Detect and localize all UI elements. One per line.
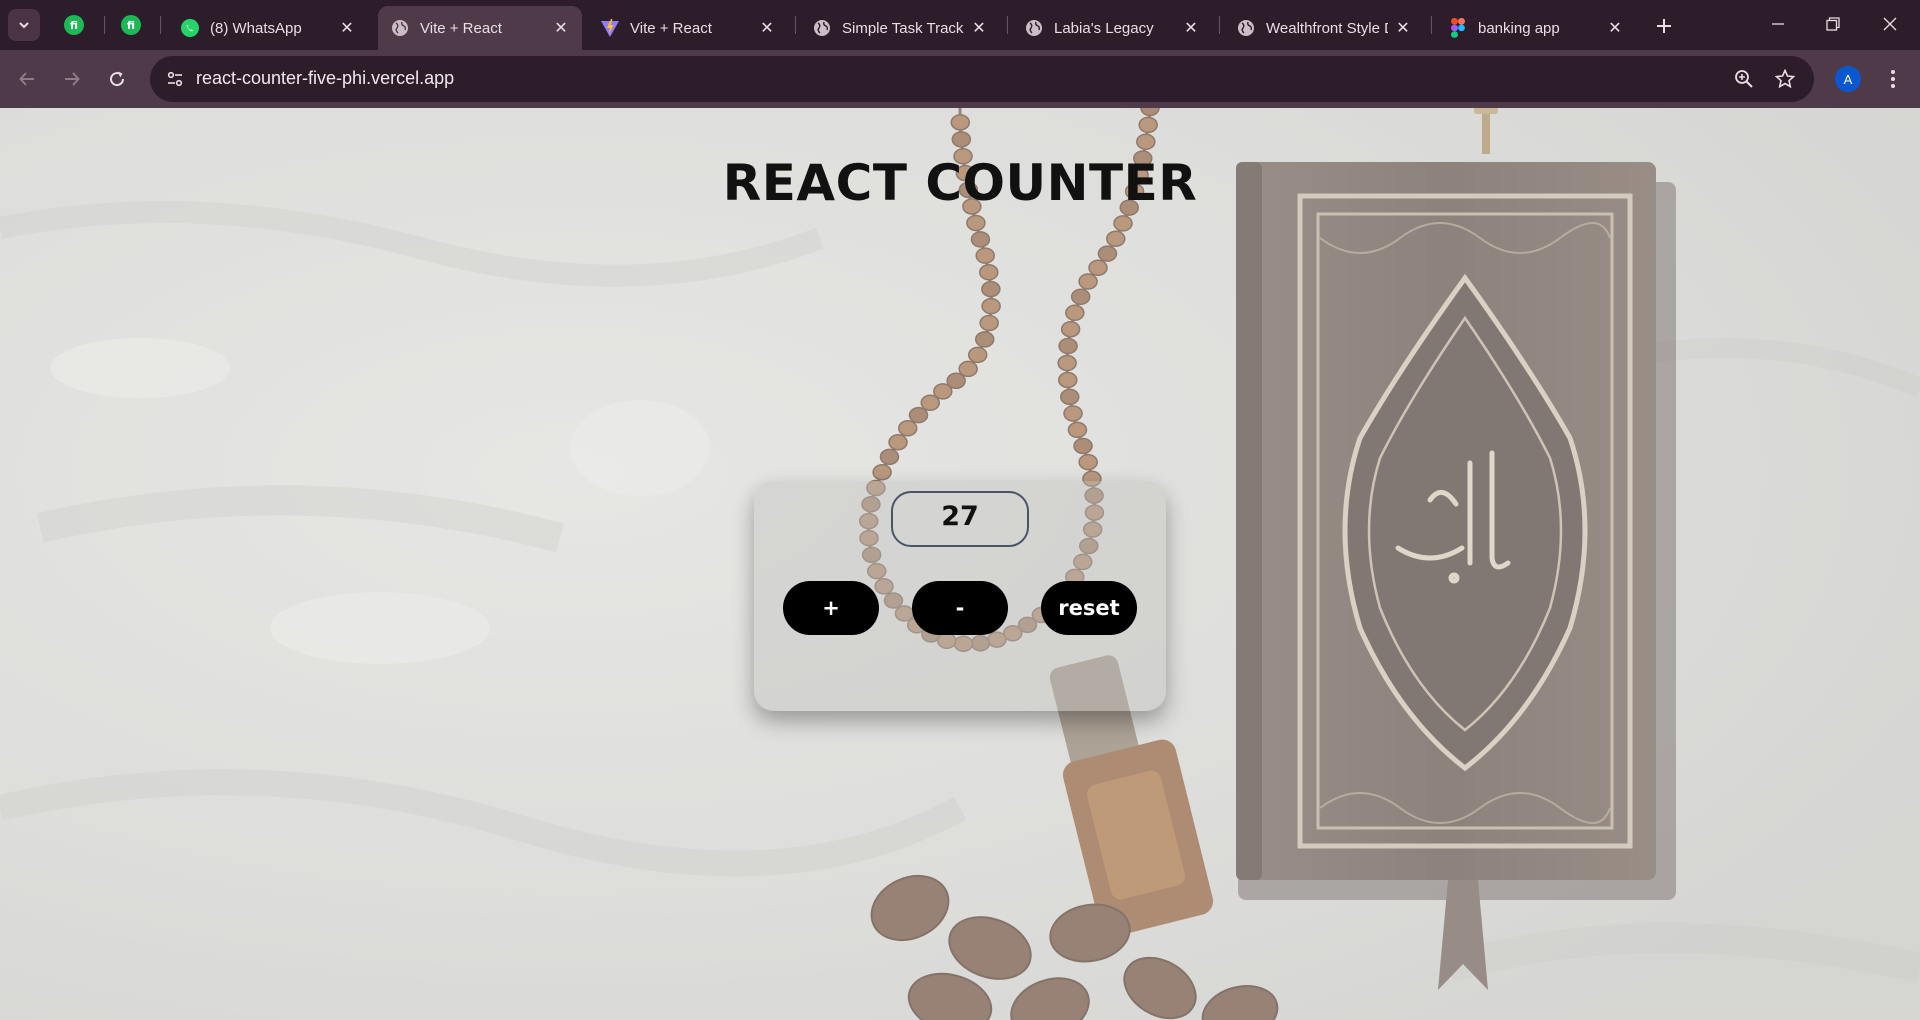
tab-strip: fi fi (8) WhatsApp ✕ Vite + React ✕ Vite…	[0, 0, 1920, 50]
tab-title: (8) WhatsApp	[210, 19, 302, 37]
pinned-tab-1[interactable]: fi	[62, 13, 86, 37]
counter-card: 27 + - reset	[754, 481, 1166, 711]
close-icon[interactable]: ✕	[970, 19, 988, 37]
browser-menu-button[interactable]	[1880, 65, 1906, 93]
tab-title: banking app	[1478, 19, 1560, 37]
zoom-in-icon	[1735, 70, 1753, 88]
minimize-icon	[1772, 23, 1784, 25]
tab-title: Vite + React	[630, 19, 712, 37]
tab-title: Vite + React	[420, 19, 502, 37]
reset-button[interactable]: reset	[1041, 581, 1137, 635]
tab-separator	[104, 16, 105, 34]
tab-whatsapp[interactable]: (8) WhatsApp ✕	[168, 6, 368, 50]
tab-separator	[795, 16, 796, 34]
close-icon[interactable]: ✕	[1182, 19, 1200, 37]
arrow-left-icon	[19, 72, 34, 86]
globe-icon	[1236, 18, 1256, 38]
page-viewport: REACT COUNTER 27 + - reset	[0, 108, 1920, 1020]
page-title: REACT COUNTER	[722, 154, 1198, 212]
pinned-app-icon: fi	[64, 15, 84, 35]
chevron-down-icon	[19, 22, 29, 29]
reload-button[interactable]	[103, 65, 131, 93]
pinned-app-icon: fi	[121, 15, 141, 35]
close-icon[interactable]: ✕	[338, 19, 356, 37]
tab-title: Labia's Legacy	[1054, 19, 1154, 37]
bookmark-button[interactable]	[1773, 67, 1797, 91]
globe-icon	[390, 18, 410, 38]
tab-banking-app[interactable]: banking app ✕	[1436, 6, 1636, 50]
whatsapp-icon	[180, 18, 200, 38]
decrement-button[interactable]: -	[912, 581, 1008, 635]
tab-labias-legacy[interactable]: Labia's Legacy ✕	[1012, 6, 1212, 50]
globe-icon	[1024, 18, 1044, 38]
site-info-button[interactable]	[160, 64, 190, 94]
counter-display: 27	[891, 491, 1029, 547]
tab-separator	[160, 16, 161, 34]
profile-avatar[interactable]: A	[1835, 66, 1861, 92]
more-vertical-icon	[1891, 70, 1895, 88]
globe-icon	[812, 18, 832, 38]
close-icon[interactable]: ✕	[758, 19, 776, 37]
url-text[interactable]: react-counter-five-phi.vercel.app	[196, 68, 454, 89]
minimize-button[interactable]	[1758, 8, 1798, 40]
star-icon	[1775, 69, 1795, 89]
close-icon[interactable]: ✕	[1394, 19, 1412, 37]
close-icon[interactable]: ✕	[1606, 19, 1624, 37]
tab-wealthfront-dashboard[interactable]: Wealthfront Style Dashboard ✕	[1224, 6, 1424, 50]
back-button[interactable]	[13, 65, 41, 93]
tab-separator	[1431, 16, 1432, 34]
browser-toolbar: react-counter-five-phi.vercel.app A	[0, 50, 1920, 108]
restore-icon	[1826, 17, 1840, 31]
tab-search-button[interactable]	[8, 9, 40, 41]
forward-button[interactable]	[58, 65, 86, 93]
restore-button[interactable]	[1813, 8, 1853, 40]
tab-vite-react-active[interactable]: Vite + React ✕	[378, 6, 582, 50]
zoom-button[interactable]	[1732, 67, 1756, 91]
tune-icon	[167, 71, 183, 87]
reload-icon	[110, 71, 125, 87]
increment-button[interactable]: +	[783, 581, 879, 635]
tab-separator	[1219, 16, 1220, 34]
tab-vite-react[interactable]: Vite + React ✕	[588, 6, 788, 50]
tab-title: Wealthfront Style Dashboard	[1266, 19, 1388, 37]
close-icon[interactable]: ✕	[552, 19, 570, 37]
arrow-right-icon	[65, 72, 80, 86]
tab-simple-task-tracker[interactable]: Simple Task Tracker ✕	[800, 6, 1000, 50]
pinned-tab-2[interactable]: fi	[119, 13, 143, 37]
tab-title: Simple Task Tracker	[842, 19, 964, 37]
plus-icon	[1657, 19, 1671, 33]
vite-icon	[600, 18, 620, 38]
figma-icon	[1448, 18, 1468, 38]
address-bar[interactable]: react-counter-five-phi.vercel.app	[150, 56, 1814, 102]
close-icon	[1883, 17, 1897, 31]
new-tab-button[interactable]	[1650, 12, 1678, 40]
tab-separator	[1007, 16, 1008, 34]
close-window-button[interactable]	[1870, 8, 1910, 40]
